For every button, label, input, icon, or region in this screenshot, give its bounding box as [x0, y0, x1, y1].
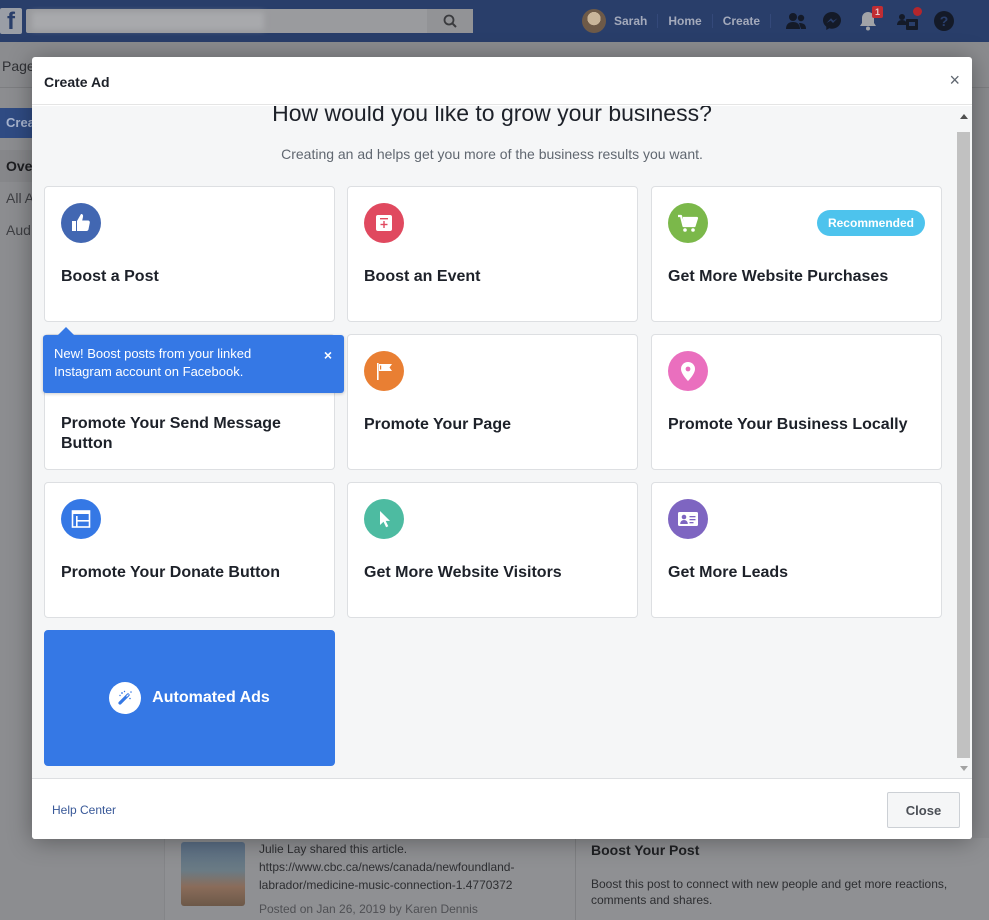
dialog-header: Create Ad × — [32, 57, 972, 105]
card-label: Get More Website Purchases — [668, 268, 889, 285]
search-input[interactable] — [26, 9, 473, 33]
dialog-scrollbar[interactable] — [955, 106, 972, 778]
contact-card-icon — [668, 499, 708, 539]
help-button[interactable]: ? — [933, 10, 955, 32]
objective-card-business-locally[interactable]: Promote Your Business Locally — [651, 334, 942, 470]
home-link[interactable]: Home — [658, 14, 713, 28]
objective-heading: How would you like to grow your business… — [272, 106, 712, 126]
thumbs-up-icon — [61, 203, 101, 243]
background-right-panel — [972, 88, 989, 838]
objective-card-donate-button[interactable]: Promote Your Donate Button — [44, 482, 335, 618]
post-details: Julie Lay shared this article. https://w… — [259, 840, 559, 918]
browser-window-icon — [61, 499, 101, 539]
objective-card-boost-event[interactable]: Boost an Event — [347, 186, 638, 322]
automated-ads-content: Automated Ads — [45, 631, 334, 765]
help-center-link[interactable]: Help Center — [52, 803, 116, 817]
flag-icon — [364, 351, 404, 391]
card-label: Get More Website Visitors — [364, 564, 562, 581]
calendar-plus-icon — [364, 203, 404, 243]
search-query-blurred — [32, 12, 264, 30]
scroll-up-arrow-icon[interactable] — [960, 114, 968, 119]
tooltip-close-icon[interactable]: × — [324, 347, 332, 363]
messenger-button[interactable] — [821, 10, 843, 32]
scrollbar-thumb[interactable] — [957, 132, 970, 758]
friend-requests-button[interactable] — [785, 10, 807, 32]
user-avatar[interactable] — [582, 9, 606, 33]
dialog-title: Create Ad — [44, 74, 110, 90]
dialog-footer: Help Center Close — [32, 778, 972, 839]
card-label: Boost a Post — [61, 268, 159, 285]
post-url-line-1: https://www.cbc.ca/news/canada/newfoundl… — [259, 860, 515, 874]
post-url-line-2: labrador/medicine-music-connection-1.477… — [259, 878, 513, 892]
objective-card-boost-post[interactable]: Boost a Post — [44, 186, 335, 322]
card-label: Get More Leads — [668, 564, 789, 581]
facebook-logo-icon[interactable]: f — [0, 8, 22, 35]
page-requests-dot — [913, 7, 923, 16]
objective-subheading: Creating an ad helps get you more of the… — [281, 146, 703, 162]
recommended-badge: Recommended — [816, 210, 925, 236]
boost-panel-description: Boost this post to connect with new peop… — [591, 877, 948, 907]
card-label: Promote Your Send Message Button — [61, 415, 281, 452]
location-pin-icon — [668, 351, 708, 391]
cursor-icon — [364, 499, 404, 539]
instagram-boost-tooltip: New! Boost posts from your linked Instag… — [43, 327, 344, 393]
boost-panel-title: Boost Your Post — [591, 842, 700, 858]
objective-card-promote-page[interactable]: Promote Your Page — [347, 334, 638, 470]
close-button[interactable]: Close — [887, 792, 960, 828]
svg-text:?: ? — [940, 13, 949, 29]
divider — [575, 838, 576, 920]
card-label: Boost an Event — [364, 268, 481, 285]
card-label: Promote Your Page — [364, 416, 511, 433]
messenger-icon — [823, 12, 842, 30]
automated-ads-label: Automated Ads — [152, 689, 270, 706]
create-link[interactable]: Create — [713, 14, 772, 28]
page-requests-button[interactable] — [897, 7, 923, 32]
card-label: Promote Your Donate Button — [61, 564, 280, 581]
card-label: Promote Your Business Locally — [668, 416, 908, 433]
shopping-cart-icon — [668, 203, 708, 243]
scroll-down-arrow-icon[interactable] — [960, 766, 968, 771]
notifications-button[interactable]: 1 — [857, 6, 884, 32]
top-nav-right: Sarah Home Create 1 ? — [582, 6, 955, 34]
tooltip-text: New! Boost posts from your linked Instag… — [54, 346, 252, 379]
background-post-row: Julie Lay shared this article. https://w… — [164, 838, 989, 920]
create-ad-dialog: Create Ad × How would you like to grow y… — [32, 57, 972, 839]
profile-link[interactable]: Sarah — [614, 14, 659, 28]
close-icon[interactable]: × — [949, 71, 960, 89]
objective-card-more-leads[interactable]: Get More Leads — [651, 482, 942, 618]
automated-ads-card[interactable]: Automated Ads — [44, 630, 335, 766]
boost-your-post-panel: Boost Your Post Boost this post to conne… — [591, 840, 971, 908]
post-shared-text: Julie Lay shared this article. — [259, 842, 408, 856]
search-icon — [443, 14, 457, 28]
friends-icon — [786, 13, 807, 29]
question-mark-icon: ? — [934, 11, 955, 31]
top-navigation-bar: f Sarah Home Create 1 ? — [0, 0, 989, 42]
search-button[interactable] — [427, 9, 473, 33]
dialog-body: How would you like to grow your business… — [32, 106, 972, 778]
post-meta: Posted on Jan 26, 2019 by Karen Dennis — [259, 902, 478, 916]
objective-card-website-purchases[interactable]: Recommended Get More Website Purchases — [651, 186, 942, 322]
page-tab[interactable]: Page — [2, 58, 35, 74]
post-thumbnail — [181, 842, 245, 906]
magic-wand-icon — [109, 682, 142, 714]
notification-count-badge: 1 — [872, 6, 884, 18]
objective-card-website-visitors[interactable]: Get More Website Visitors — [347, 482, 638, 618]
